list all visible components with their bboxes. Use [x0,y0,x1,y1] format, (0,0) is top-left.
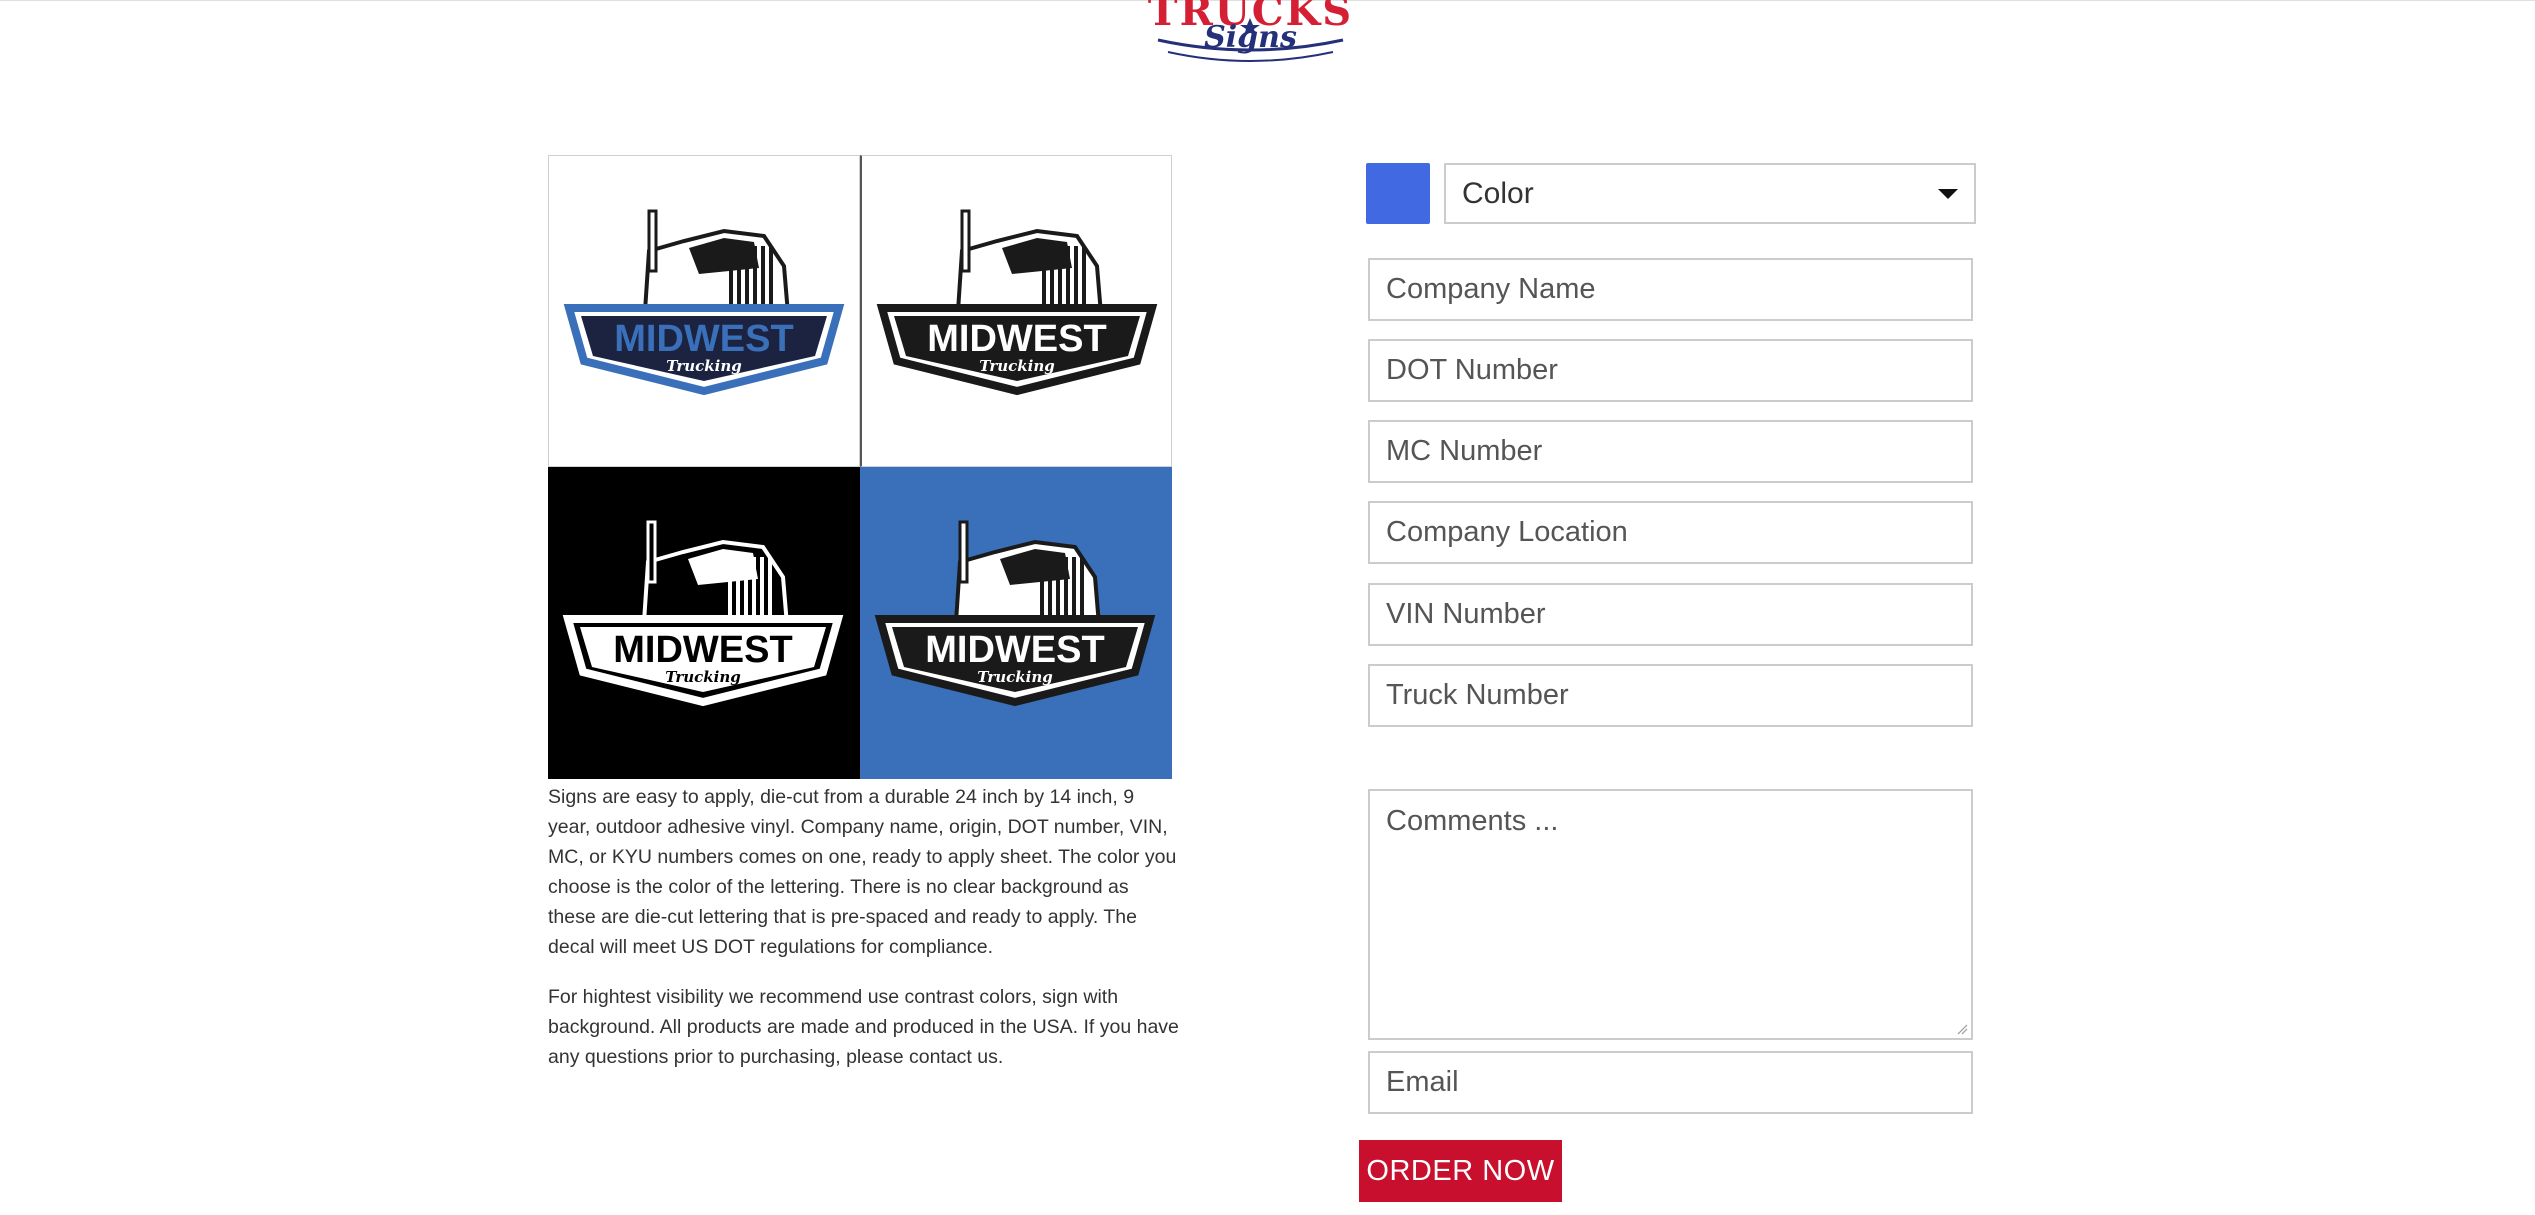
product-description: Signs are easy to apply, die-cut from a … [548,782,1180,1092]
badge-brand-text: MIDWEST [927,318,1106,360]
truck-number-input[interactable]: Truck Number [1368,664,1973,727]
badge-sub-text: Trucking [666,357,742,375]
company-location-input[interactable]: Company Location [1368,501,1973,564]
truck-badge-graphic: MIDWESTTrucking [563,209,845,396]
tile-white-on-black[interactable]: MIDWEST Trucking [548,467,860,779]
order-now-button[interactable]: ORDER NOW [1359,1140,1562,1202]
badge-brand-text: MIDWEST [613,629,792,671]
site-logo[interactable]: TRUCKS Signs [1128,0,1373,64]
badge-sub-text: Trucking [665,668,741,686]
badge-sub-text: Trucking [979,357,1055,375]
badge-brand-text: MIDWEST [925,629,1104,671]
description-paragraph-1: Signs are easy to apply, die-cut from a … [548,786,1177,958]
vin-number-input[interactable]: VIN Number [1368,583,1973,646]
tile-black-on-white[interactable]: MIDWEST Trucking [860,155,1172,467]
color-swatch [1366,163,1430,224]
truck-badge-graphic: MIDWESTTrucking [876,209,1158,396]
comments-textarea[interactable]: Comments ... [1368,789,1973,1040]
email-input[interactable]: Email [1368,1051,1973,1114]
product-image-grid: MIDWEST Trucking MIDWEST Trucking MIDWEST T… [548,155,1172,779]
comments-placeholder: Comments ... [1386,805,1559,837]
truck-badge-graphic: MIDWESTTrucking [874,520,1156,707]
badge-brand-text: MIDWEST [614,318,793,360]
mc-number-input[interactable]: MC Number [1368,420,1973,483]
color-select-value: Color [1462,177,1534,210]
dot-number-input[interactable]: DOT Number [1368,339,1973,402]
color-select[interactable]: Color [1444,163,1976,224]
logo-signs-text: Signs [1204,20,1297,55]
description-paragraph-2: For hightest visibility we recommend use… [548,986,1179,1068]
caret-down-icon [1938,189,1958,199]
tile-black-on-blue[interactable]: MIDWEST Trucking [860,467,1172,779]
company-name-input[interactable]: Company Name [1368,258,1973,321]
truck-badge-graphic: MIDWESTTrucking [562,520,844,707]
badge-sub-text: Trucking [977,668,1053,686]
resize-grip-icon[interactable] [1956,1023,1968,1035]
tile-blue-on-white[interactable]: MIDWEST Trucking [548,155,860,467]
